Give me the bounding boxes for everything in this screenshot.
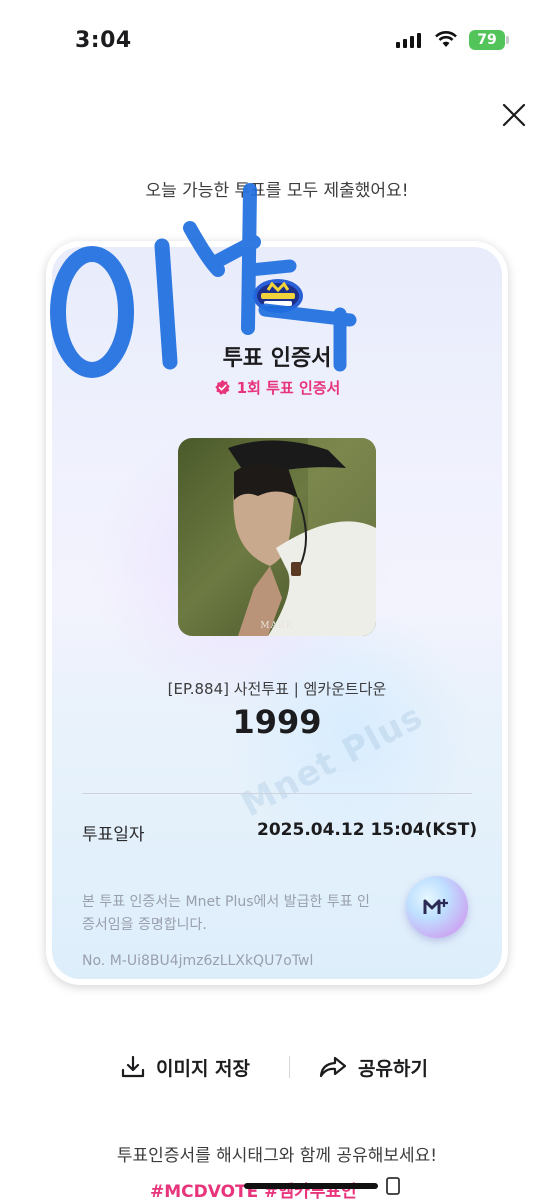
divider <box>82 793 472 794</box>
copy-icon[interactable] <box>384 1176 402 1196</box>
completion-message: 오늘 가능한 투표를 모두 제출했어요! <box>145 181 409 201</box>
action-divider <box>289 1056 290 1078</box>
home-indicator <box>244 1183 378 1189</box>
mcountdown-logo <box>253 279 303 313</box>
serial-number: No. M-Ui8BU4jmz6zLLXkQU7oTwl <box>82 953 314 969</box>
status-time: 3:04 <box>75 28 132 53</box>
certificate-notice: 본 투표 인증서는 Mnet Plus에서 발급한 투표 인증서임을 증명합니다… <box>82 894 370 933</box>
download-icon <box>121 1055 145 1078</box>
vote-count-badge: 1회 투표 인증서 <box>52 377 502 398</box>
share-button[interactable]: 공유하기 <box>318 1050 428 1084</box>
wifi-icon <box>435 31 457 47</box>
share-prompt: 투표인증서를 해시태그와 함께 공유해보세요! <box>116 1146 438 1166</box>
cellular-signal-icon <box>396 33 421 48</box>
share-label: 공유하기 <box>358 1057 428 1080</box>
hashtags[interactable]: #MCDVOTE #엠카투표인 <box>150 1177 357 1202</box>
close-icon[interactable] <box>498 99 530 131</box>
badge-label: 1회 투표 인증서 <box>236 379 341 397</box>
battery-nub <box>506 36 509 44</box>
battery-icon: 79 <box>469 30 505 50</box>
photo-caption: MARK <box>260 621 294 631</box>
save-image-button[interactable]: 이미지 저장 <box>120 1050 250 1084</box>
episode-info: [EP.884] 사전투표 | 엠카운트다운 <box>167 680 387 698</box>
artist-photo <box>178 438 376 636</box>
mnet-plus-icon <box>406 876 468 938</box>
vote-count: 1999 <box>232 703 322 741</box>
mnet-plus-logo-icon <box>423 899 448 914</box>
certificate-title: 투표 인증서 <box>222 346 332 371</box>
verified-badge-icon <box>214 379 230 395</box>
save-image-label: 이미지 저장 <box>156 1057 251 1080</box>
share-arrow-icon <box>319 1056 347 1078</box>
vote-date-label: 투표일자 <box>82 825 145 845</box>
vote-date-value: 2025.04.12 15:04(KST) <box>257 820 478 840</box>
